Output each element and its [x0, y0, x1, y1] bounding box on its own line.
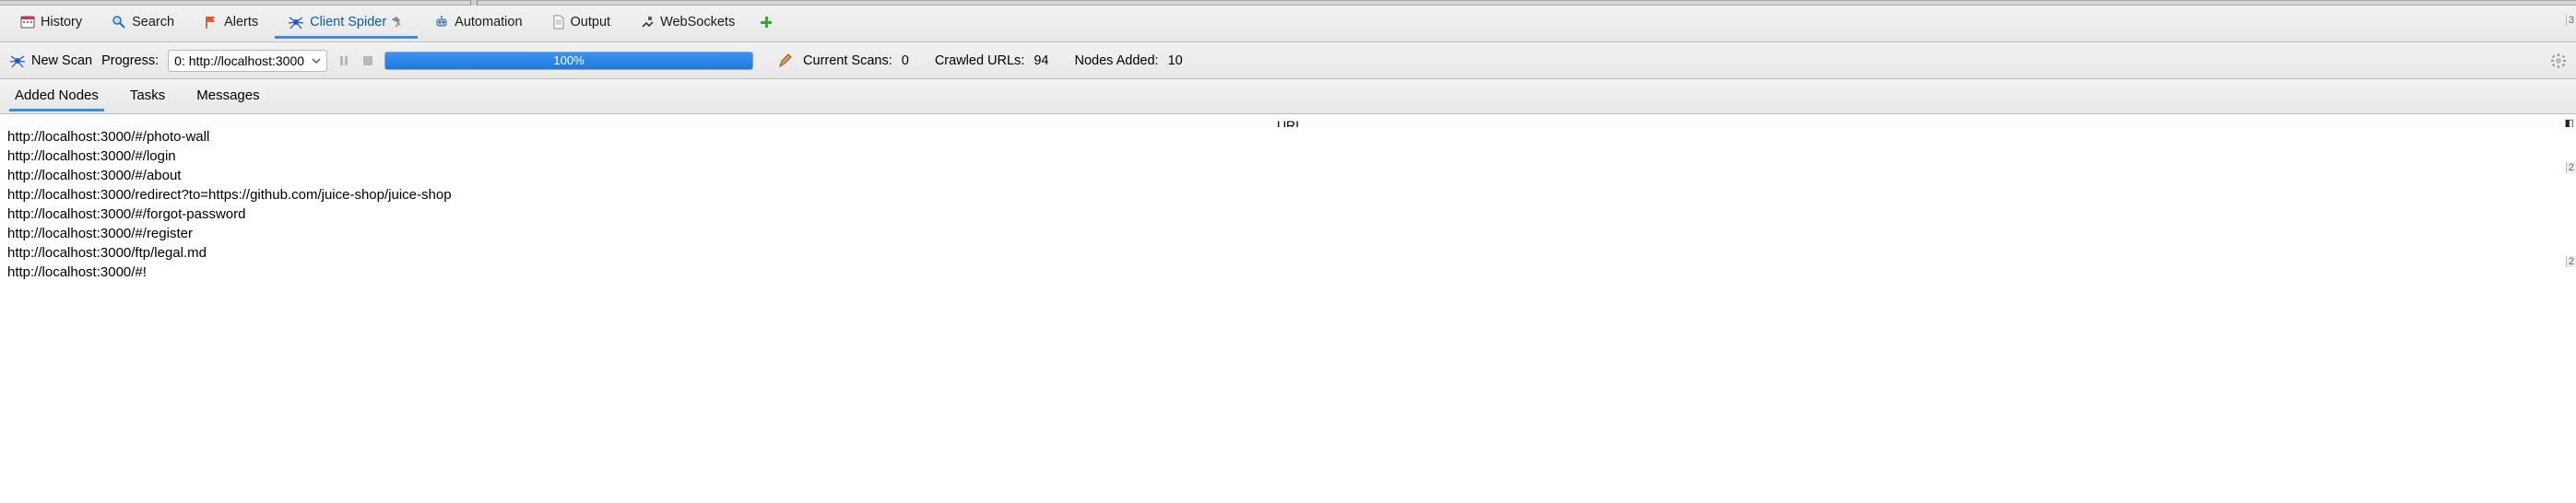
nodes-added-value: 10 [1168, 53, 1183, 68]
subtab-messages[interactable]: Messages [191, 82, 265, 111]
tab-history-label: History [41, 15, 82, 29]
gear-icon[interactable] [2550, 53, 2567, 69]
main-tabbar: History Search Alerts Client Spider Auto… [0, 6, 2576, 42]
stop-button[interactable] [360, 53, 375, 68]
plus-icon [759, 15, 774, 29]
tab-search[interactable]: Search [99, 9, 187, 38]
nodes-added-label: Nodes Added: [1074, 53, 1158, 68]
current-scans-value: 0 [902, 53, 909, 68]
table-row[interactable]: http://localhost:3000/#! [7, 263, 2569, 282]
spider-icon [288, 14, 304, 30]
tab-client-spider-label: Client Spider [310, 15, 386, 29]
scan-target-select[interactable]: 0: http://localhost:3000 [168, 50, 327, 72]
pin-icon[interactable] [392, 16, 405, 29]
tab-websockets-label: WebSockets [660, 15, 735, 29]
broom-icon[interactable] [777, 53, 794, 69]
crawled-urls-value: 94 [1034, 53, 1048, 68]
calendar-icon [20, 15, 35, 29]
sub-tabbar: Added Nodes Tasks Messages [0, 79, 2576, 114]
flag-icon [204, 15, 219, 29]
tab-client-spider[interactable]: Client Spider [275, 8, 418, 39]
tab-history[interactable]: History [7, 9, 95, 38]
uri-list[interactable]: http://localhost:3000/#/photo-wall http:… [0, 127, 2576, 282]
table-row[interactable]: http://localhost:3000/#/login [7, 146, 2569, 166]
tab-alerts-label: Alerts [224, 15, 258, 29]
scan-target-value: 0: http://localhost:3000 [174, 53, 304, 68]
table-row[interactable]: http://localhost:3000/redirect?to=https:… [7, 185, 2569, 205]
tab-automation[interactable]: Automation [421, 9, 535, 38]
progress-label: Progress: [101, 53, 159, 68]
chevron-down-icon [312, 56, 321, 65]
progress-bar-fill: 100% [385, 53, 752, 69]
document-icon [552, 15, 565, 29]
magnifier-icon [112, 15, 126, 29]
pane-marker: 2 [2566, 162, 2576, 173]
subtab-tasks[interactable]: Tasks [124, 82, 171, 111]
table-row[interactable]: http://localhost:3000/#/photo-wall [7, 127, 2569, 146]
plug-icon [640, 15, 655, 29]
table-row[interactable]: http://localhost:3000/#/register [7, 224, 2569, 243]
robot-icon [434, 15, 449, 29]
table-row[interactable]: http://localhost:3000/ftp/legal.md [7, 243, 2569, 263]
tab-alerts[interactable]: Alerts [191, 9, 271, 38]
tab-output[interactable]: Output [539, 9, 624, 38]
add-tab-button[interactable] [751, 9, 781, 38]
tab-output-label: Output [571, 15, 611, 29]
pause-button[interactable] [337, 53, 351, 68]
table-row[interactable]: http://localhost:3000/#/forgot-password [7, 205, 2569, 224]
progress-percent-label: 100% [553, 53, 584, 67]
progress-bar: 100% [384, 52, 753, 70]
tab-search-label: Search [132, 15, 174, 29]
pane-marker: 2 [2566, 256, 2576, 267]
spider-icon [9, 53, 26, 69]
tab-websockets[interactable]: WebSockets [627, 9, 748, 38]
crawled-urls-label: Crawled URLs: [935, 53, 1025, 68]
scan-toolbar: New Scan Progress: 0: http://localhost:3… [0, 42, 2576, 79]
current-scans-label: Current Scans: [803, 53, 892, 68]
pane-marker: 3 [2566, 15, 2576, 26]
new-scan-label: New Scan [31, 53, 92, 68]
subtab-added-nodes[interactable]: Added Nodes [9, 82, 104, 111]
table-row[interactable]: http://localhost:3000/#/about [7, 166, 2569, 185]
new-scan-button[interactable]: New Scan [9, 53, 92, 69]
tab-automation-label: Automation [455, 15, 522, 29]
